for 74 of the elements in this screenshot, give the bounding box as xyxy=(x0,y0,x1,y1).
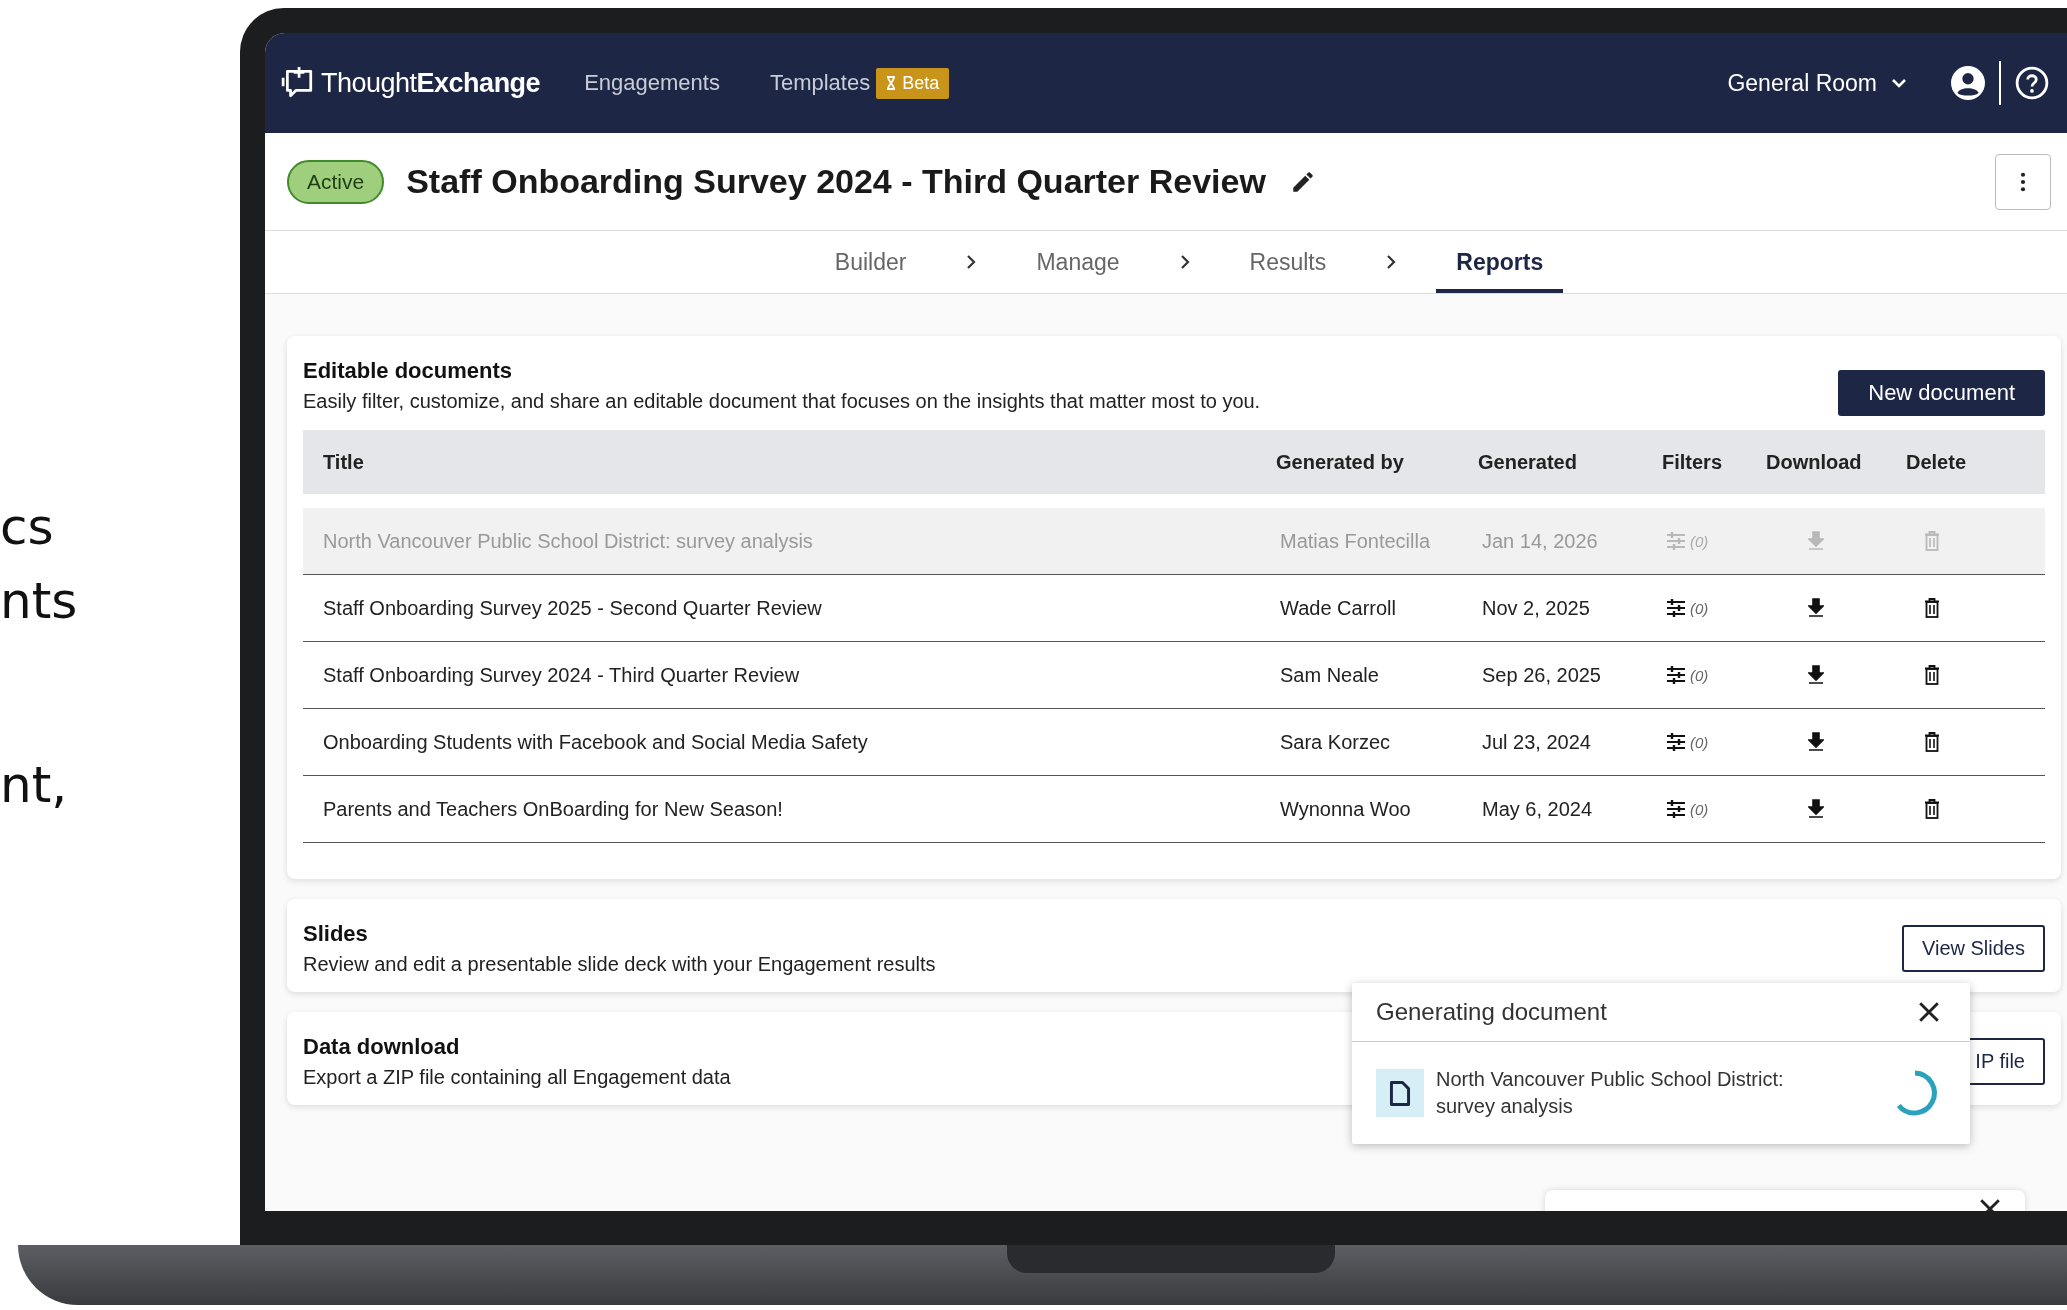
delete-trash-icon[interactable] xyxy=(1924,665,1940,685)
table-cell-text: Sep 26, 2025 xyxy=(1481,663,1602,687)
document-name: North Vancouver Public School District: survey analysis xyxy=(1436,1067,1785,1119)
badge-label: Beta xyxy=(902,72,940,94)
logo-icon xyxy=(281,67,315,99)
table-cell-text: Nov 2, 2025 xyxy=(1481,596,1591,620)
delete-trash-icon[interactable] xyxy=(1924,732,1940,752)
table-cell-text: Jan 14, 2026 xyxy=(1481,529,1599,553)
hourglass-icon xyxy=(886,76,897,90)
section-title: Editable documents xyxy=(303,358,514,384)
chevron-right-icon xyxy=(1179,254,1190,270)
table-cell-text: Wade Carroll xyxy=(1279,596,1397,620)
table-cell-text: Onboarding Students with Facebook and Social Media Safety xyxy=(322,730,869,754)
filter-count: (0) xyxy=(1690,599,1709,617)
download-icon[interactable] xyxy=(1808,665,1824,685)
table-cell-text: May 6, 2024 xyxy=(1481,797,1594,821)
page-title: Staff Onboarding Survey 2024 - Third Quarter Review xyxy=(406,162,1266,201)
step-tab[interactable]: Results xyxy=(1229,231,1347,293)
filter-sliders-icon[interactable] xyxy=(1666,800,1686,818)
section-description: Review and edit a presentable slide deck with your Engagement results xyxy=(303,953,936,976)
popup-title: Generating document xyxy=(1376,998,1607,1026)
section-title: Data download xyxy=(303,1034,461,1060)
table-cell-text: Wynonna Woo xyxy=(1279,797,1412,821)
filter-sliders-icon[interactable] xyxy=(1666,599,1686,617)
delete-trash-icon[interactable] xyxy=(1924,598,1940,618)
more-icon xyxy=(2020,171,2026,192)
nav-link[interactable]: Templates xyxy=(769,70,871,96)
close-icon[interactable] xyxy=(1918,1001,1940,1023)
section-title: Slides xyxy=(303,921,369,947)
table-cell-text: Staff Onboarding Survey 2024 - Third Quarter Review xyxy=(322,663,801,687)
status-badge: Active xyxy=(287,159,385,204)
filter-count: (0) xyxy=(1690,666,1709,684)
slide-text-fragment: cs xyxy=(0,497,55,558)
table-cell-text: North Vancouver Public School District: survey analysis xyxy=(322,529,814,553)
column-header: Delete xyxy=(1906,450,1968,474)
filter-count: (0) xyxy=(1690,800,1709,818)
delete-trash-icon xyxy=(1924,531,1940,551)
column-header: Generated xyxy=(1478,450,1578,474)
slide-text-fragment: nt, xyxy=(0,755,69,816)
download-icon[interactable] xyxy=(1808,732,1824,752)
slide-text-fragment: nts xyxy=(0,571,79,632)
column-header: Download xyxy=(1766,450,1863,474)
chevron-right-icon xyxy=(966,254,977,270)
table-cell-text: Parents and Teachers OnBoarding for New Season! xyxy=(322,797,784,821)
download-icon xyxy=(1808,531,1824,551)
chevron-right-icon xyxy=(1386,254,1397,270)
section-button[interactable]: View Slides xyxy=(1901,925,2045,972)
step-tab[interactable]: Manage xyxy=(1016,231,1140,293)
section-description: Export a ZIP file containing all Engagement data xyxy=(303,1066,731,1089)
table-cell-text: Staff Onboarding Survey 2025 - Second Quarter Review xyxy=(322,596,823,620)
filter-sliders-icon[interactable] xyxy=(1666,733,1686,751)
file-icon xyxy=(1389,1079,1411,1107)
nav-link[interactable]: Engagements xyxy=(584,70,720,96)
download-icon[interactable] xyxy=(1808,598,1824,618)
section-description: Easily filter, customize, and share an editable document that focuses on the insights that matter most to you. xyxy=(303,390,1261,413)
download-icon[interactable] xyxy=(1808,799,1824,819)
help-icon[interactable] xyxy=(2015,66,2049,100)
table-cell-text: Jul 23, 2024 xyxy=(1481,730,1592,754)
table-cell-text: Sara Korzec xyxy=(1279,730,1392,754)
column-header: Generated by xyxy=(1276,450,1405,474)
room-selector[interactable]: General Room xyxy=(1721,68,1913,98)
new-document-button[interactable]: New document xyxy=(1838,370,2045,416)
filter-count: (0) xyxy=(1690,733,1709,751)
column-header: Filters xyxy=(1662,450,1724,474)
chevron-down-icon xyxy=(1891,78,1907,88)
filter-count: (0) xyxy=(1690,532,1709,550)
filter-sliders-icon[interactable] xyxy=(1666,666,1686,684)
step-tab[interactable]: Builder xyxy=(814,231,927,293)
delete-trash-icon[interactable] xyxy=(1924,799,1940,819)
table-cell-text: Matias Fontecilla xyxy=(1279,529,1432,553)
logo-text[interactable]: ThoughtExchange xyxy=(321,67,541,99)
column-header: Title xyxy=(322,450,365,474)
table-cell-text: Sam Neale xyxy=(1279,663,1380,687)
user-avatar-icon[interactable] xyxy=(1951,66,1985,100)
